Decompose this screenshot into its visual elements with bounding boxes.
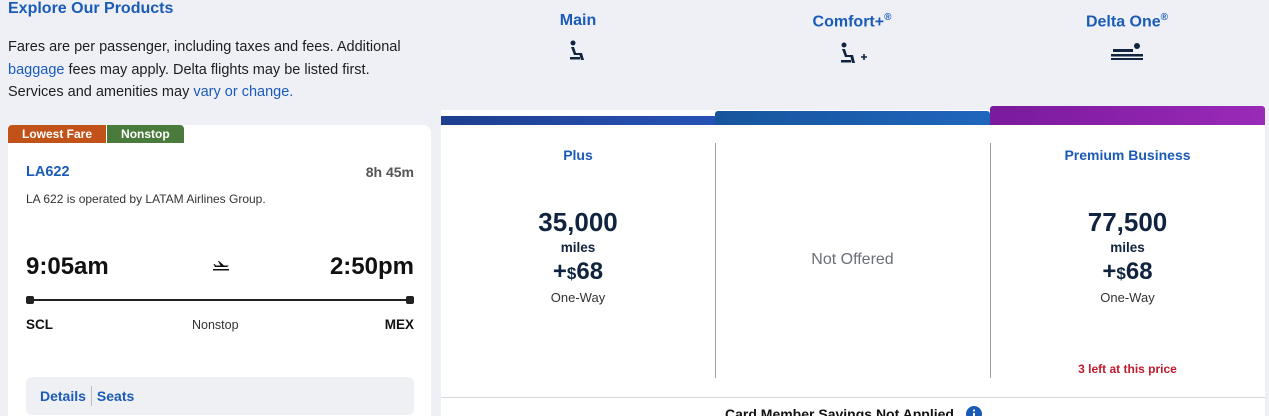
fare-trip-main: One-Way [550, 290, 606, 305]
lie-flat-seat-icon [1111, 43, 1143, 61]
flight-card[interactable]: LA622 8h 45m LA 622 is operated by LATAM… [8, 125, 431, 416]
fare-miles-label-main: miles [560, 240, 596, 255]
flight-number[interactable]: LA622 [26, 164, 70, 180]
fare-name-delta-one: Premium Business [1064, 147, 1191, 163]
destination-airport: MEX [384, 317, 414, 332]
fare-cell-delta-one[interactable]: Premium Business 77,500 miles +$68 One-W… [990, 125, 1265, 305]
fare-tax-delta-one: +$68 [1102, 258, 1153, 285]
operator-note: LA 622 is operated by LATAM Airlines Gro… [26, 192, 266, 206]
cabin-name-delta-one: Delta One® [1085, 12, 1169, 31]
airplane-icon [213, 261, 229, 271]
baggage-link[interactable]: baggage [8, 62, 64, 78]
row-divider [441, 397, 1265, 398]
fare-tax-main: +$68 [552, 258, 604, 285]
main-cabin-bar [441, 116, 715, 125]
departure-time: 9:05am [26, 253, 109, 280]
fare-miles-label-delta-one: miles [1110, 240, 1145, 255]
flight-badges: Lowest Fare Nonstop [8, 125, 184, 143]
seats-link[interactable]: Seats [97, 388, 134, 404]
fare-miles-delta-one: 77,500 [1087, 207, 1168, 237]
comfort-cabin-bar [715, 111, 990, 125]
info-icon[interactable] [966, 406, 982, 416]
explore-title: Explore Our Products [8, 0, 174, 17]
cabin-delta-one: Delta One® [990, 12, 1264, 61]
cabin-main: Main [441, 12, 715, 62]
cabin-name-main: Main [559, 12, 597, 29]
fare-name-main: Plus [563, 147, 593, 163]
seat-plus-icon [841, 42, 867, 64]
vary-or-change-link[interactable]: vary or change. [193, 84, 293, 100]
lowest-fare-badge: Lowest Fare [8, 125, 107, 143]
cabin-comfort: Comfort+® [715, 12, 989, 67]
fare-cell-main[interactable]: Plus 35,000 miles +$68 One-Way [441, 125, 715, 305]
fare-trip-delta-one: One-Way [1100, 290, 1155, 305]
origin-airport: SCL [26, 317, 53, 332]
route-line [30, 299, 410, 301]
seat-icon [570, 40, 584, 60]
action-divider [90, 386, 92, 406]
seats-left-notice: 3 left at this price [1078, 362, 1177, 376]
delta-one-cabin-bar [990, 106, 1265, 125]
flight-actions: Details Seats [26, 377, 414, 415]
arrival-time: 2:50pm [329, 253, 414, 280]
fare-miles-main: 35,000 [538, 207, 618, 237]
flight-duration: 8h 45m [365, 164, 414, 180]
fare-not-offered-comfort: Not Offered [811, 251, 894, 268]
fare-disclaimer: Fares are per passenger, including taxes… [8, 39, 401, 100]
nonstop-badge: Nonstop [107, 125, 184, 143]
details-link[interactable]: Details [40, 388, 86, 404]
stop-type: Nonstop [192, 318, 239, 332]
cabin-name-comfort: Comfort+® [812, 12, 892, 31]
destination-marker [406, 296, 414, 304]
card-savings-note: Card Member Savings Not Applied [725, 406, 954, 416]
fare-grid: Plus 35,000 miles +$68 One-Way Not Offer… [441, 106, 1265, 416]
